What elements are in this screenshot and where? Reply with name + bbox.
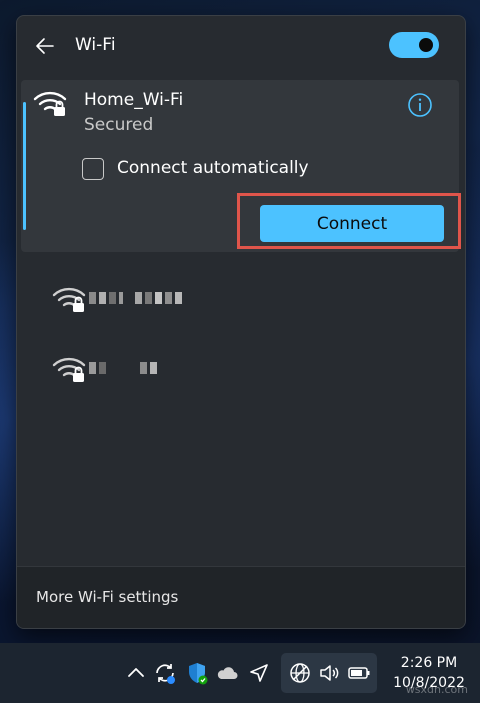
more-wifi-settings-link[interactable]: More Wi-Fi settings [36, 588, 178, 606]
network-name-pixelated [89, 362, 157, 376]
chevron-up-icon [128, 668, 144, 677]
flyout-header: Wi-Fi [17, 16, 465, 78]
quick-settings-button[interactable] [281, 653, 377, 693]
sync-icon [156, 664, 175, 684]
show-hidden-icons-button[interactable] [124, 661, 148, 685]
highlight-annotation [237, 193, 461, 249]
connect-automatically-checkbox[interactable] [82, 158, 104, 180]
wifi-secured-icon [52, 284, 86, 314]
back-button[interactable] [33, 34, 57, 58]
sync-button[interactable] [153, 661, 177, 685]
clock-time: 2:26 PM [400, 655, 458, 671]
network-name: Home_Wi-Fi [84, 90, 184, 110]
info-icon [408, 93, 432, 117]
wifi-secured-icon [33, 88, 67, 118]
network-status: Secured [84, 115, 154, 135]
wifi-secured-icon [52, 354, 86, 384]
network-item[interactable] [21, 342, 459, 398]
onedrive-cloud-icon [217, 667, 238, 679]
onedrive-button[interactable] [215, 661, 239, 685]
location-button[interactable] [247, 661, 271, 685]
network-globe-icon [288, 661, 312, 685]
battery-icon [347, 661, 371, 685]
network-name-pixelated [89, 292, 182, 306]
taskbar: 2:26 PM 10/8/2022 wsxdn.com [0, 643, 480, 703]
network-properties-button[interactable] [407, 92, 433, 118]
network-item[interactable] [21, 272, 459, 328]
flyout-footer: More Wi-Fi settings [17, 566, 465, 628]
selection-indicator [23, 102, 26, 230]
wifi-toggle[interactable] [389, 32, 439, 58]
connect-automatically-label: Connect automatically [117, 158, 309, 178]
location-icon [250, 664, 268, 682]
wifi-flyout: Wi-Fi Home_Wi-Fi Secured Connect automat… [16, 15, 466, 629]
volume-icon [317, 661, 341, 685]
toggle-knob [419, 38, 433, 52]
arrow-left-icon [36, 38, 54, 54]
page-title: Wi-Fi [75, 35, 116, 55]
defender-button[interactable] [185, 661, 209, 685]
defender-shield-icon [189, 663, 208, 685]
watermark: wsxdn.com [405, 683, 468, 696]
